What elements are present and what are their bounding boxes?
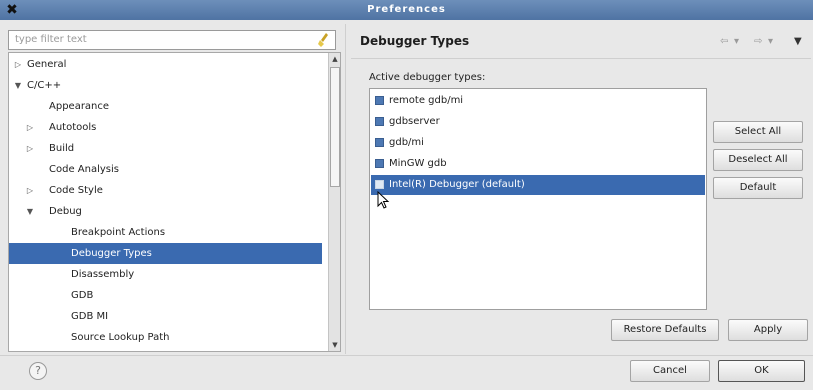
tree-item[interactable]: ▷ Autotools bbox=[9, 117, 322, 138]
preferences-tree: ▷ General ▼ C/C++ Appearance ▷ Autotools ▷ Build… bbox=[8, 52, 341, 352]
tree-item[interactable]: Source Lookup Path bbox=[9, 327, 322, 348]
checkbox-checked-icon[interactable] bbox=[375, 117, 384, 126]
cancel-button[interactable]: Cancel bbox=[630, 360, 710, 382]
window-titlebar: ✖ Preferences bbox=[0, 0, 813, 20]
tree-item[interactable]: ▷ General bbox=[9, 54, 322, 75]
back-menu-icon[interactable]: ▾ bbox=[734, 36, 739, 47]
tree-item[interactable]: Debugger Types bbox=[9, 243, 322, 264]
debugger-type-row[interactable]: Intel(R) Debugger (default) bbox=[371, 175, 705, 195]
tree-item[interactable]: ▼ C/C++ bbox=[9, 75, 322, 96]
history-nav: ⇦ ▾ ⇨ ▾ ▼ bbox=[720, 36, 808, 48]
checkbox-checked-icon[interactable] bbox=[375, 96, 384, 105]
view-menu-icon[interactable]: ▼ bbox=[794, 36, 802, 47]
filter-placeholder: type filter text bbox=[15, 34, 87, 45]
expanded-arrow-icon[interactable]: ▼ bbox=[25, 201, 35, 222]
forward-menu-icon[interactable]: ▾ bbox=[768, 36, 773, 47]
checkbox-unchecked-icon[interactable] bbox=[375, 180, 384, 189]
tree-item-label: C/C++ bbox=[27, 80, 62, 91]
debugger-type-row[interactable]: gdb/mi bbox=[371, 133, 705, 153]
debugger-type-row[interactable]: gdbserver bbox=[371, 112, 705, 132]
tree-item-label: Code Style bbox=[49, 185, 103, 196]
tree-item-label: General bbox=[27, 59, 67, 70]
tree-item[interactable]: Code Analysis bbox=[9, 159, 322, 180]
debugger-type-row[interactable]: MinGW gdb bbox=[371, 154, 705, 174]
collapsed-arrow-icon[interactable]: ▷ bbox=[25, 180, 35, 201]
tree-item[interactable]: GDB bbox=[9, 285, 322, 306]
tree-item-label: Autotools bbox=[49, 122, 97, 133]
window-title: Preferences bbox=[367, 4, 446, 15]
deselect-all-button[interactable]: Deselect All bbox=[713, 149, 803, 171]
tree-item[interactable]: Breakpoint Actions bbox=[9, 222, 322, 243]
tree-item-label: Debugger Types bbox=[71, 248, 152, 259]
tree-item[interactable]: Appearance bbox=[9, 96, 322, 117]
restore-defaults-button[interactable]: Restore Defaults bbox=[611, 319, 719, 341]
collapsed-arrow-icon[interactable]: ▷ bbox=[25, 138, 35, 159]
help-icon[interactable]: ? bbox=[29, 362, 47, 380]
clear-filter-icon[interactable] bbox=[317, 32, 331, 48]
checkbox-checked-icon[interactable] bbox=[375, 159, 384, 168]
tree-item[interactable]: ▼ Debug bbox=[9, 201, 322, 222]
tree-item-label: Disassembly bbox=[71, 269, 135, 280]
ok-button[interactable]: OK bbox=[718, 360, 805, 382]
scroll-down-icon[interactable]: ▼ bbox=[329, 339, 340, 351]
scroll-up-icon[interactable]: ▲ bbox=[329, 53, 340, 65]
page-title: Debugger Types bbox=[360, 34, 470, 48]
scroll-thumb[interactable] bbox=[330, 67, 340, 187]
mouse-pointer-icon bbox=[377, 191, 390, 209]
tree-item-label: GDB bbox=[71, 290, 94, 301]
tree-item-label: Appearance bbox=[49, 101, 110, 112]
debugger-type-label: Intel(R) Debugger (default) bbox=[389, 179, 525, 190]
tree-item-label: Debug bbox=[49, 206, 82, 217]
close-icon[interactable]: ✖ bbox=[5, 0, 19, 20]
default-button[interactable]: Default bbox=[713, 177, 803, 199]
tree-scrollbar[interactable]: ▲ ▼ bbox=[328, 53, 340, 351]
footer-separator bbox=[0, 355, 813, 356]
debugger-type-row[interactable]: remote gdb/mi bbox=[371, 91, 705, 111]
expanded-arrow-icon[interactable]: ▼ bbox=[13, 75, 23, 96]
tree-item[interactable]: Disassembly bbox=[9, 264, 322, 285]
collapsed-arrow-icon[interactable]: ▷ bbox=[25, 117, 35, 138]
collapsed-arrow-icon[interactable]: ▷ bbox=[13, 54, 23, 75]
debugger-type-label: remote gdb/mi bbox=[389, 95, 464, 106]
tree-item-label: Source Lookup Path bbox=[71, 332, 170, 343]
select-all-button[interactable]: Select All bbox=[713, 121, 803, 143]
tree-item-label: Breakpoint Actions bbox=[71, 227, 166, 238]
debugger-types-list: remote gdb/mi gdbserver gdb/mi MinGW gdb Int… bbox=[369, 88, 707, 310]
debugger-type-label: gdbserver bbox=[389, 116, 440, 127]
tree-item-label: Code Analysis bbox=[49, 164, 119, 175]
debugger-type-label: gdb/mi bbox=[389, 137, 424, 148]
checkbox-checked-icon[interactable] bbox=[375, 138, 384, 147]
pane-divider[interactable] bbox=[345, 24, 346, 354]
tree-item[interactable]: ▷ Build bbox=[9, 138, 322, 159]
back-icon[interactable]: ⇦ bbox=[720, 36, 728, 47]
tree-item[interactable]: ▷ Code Style bbox=[9, 180, 322, 201]
title-separator bbox=[351, 58, 811, 59]
forward-icon[interactable]: ⇨ bbox=[754, 36, 762, 47]
tree-item-label: GDB MI bbox=[71, 311, 109, 322]
debugger-type-label: MinGW gdb bbox=[389, 158, 447, 169]
filter-input[interactable]: type filter text bbox=[8, 30, 336, 50]
apply-button[interactable]: Apply bbox=[728, 319, 808, 341]
tree-item[interactable]: GDB MI bbox=[9, 306, 322, 327]
active-debugger-types-label: Active debugger types: bbox=[369, 72, 486, 83]
tree-item-label: Build bbox=[49, 143, 75, 154]
